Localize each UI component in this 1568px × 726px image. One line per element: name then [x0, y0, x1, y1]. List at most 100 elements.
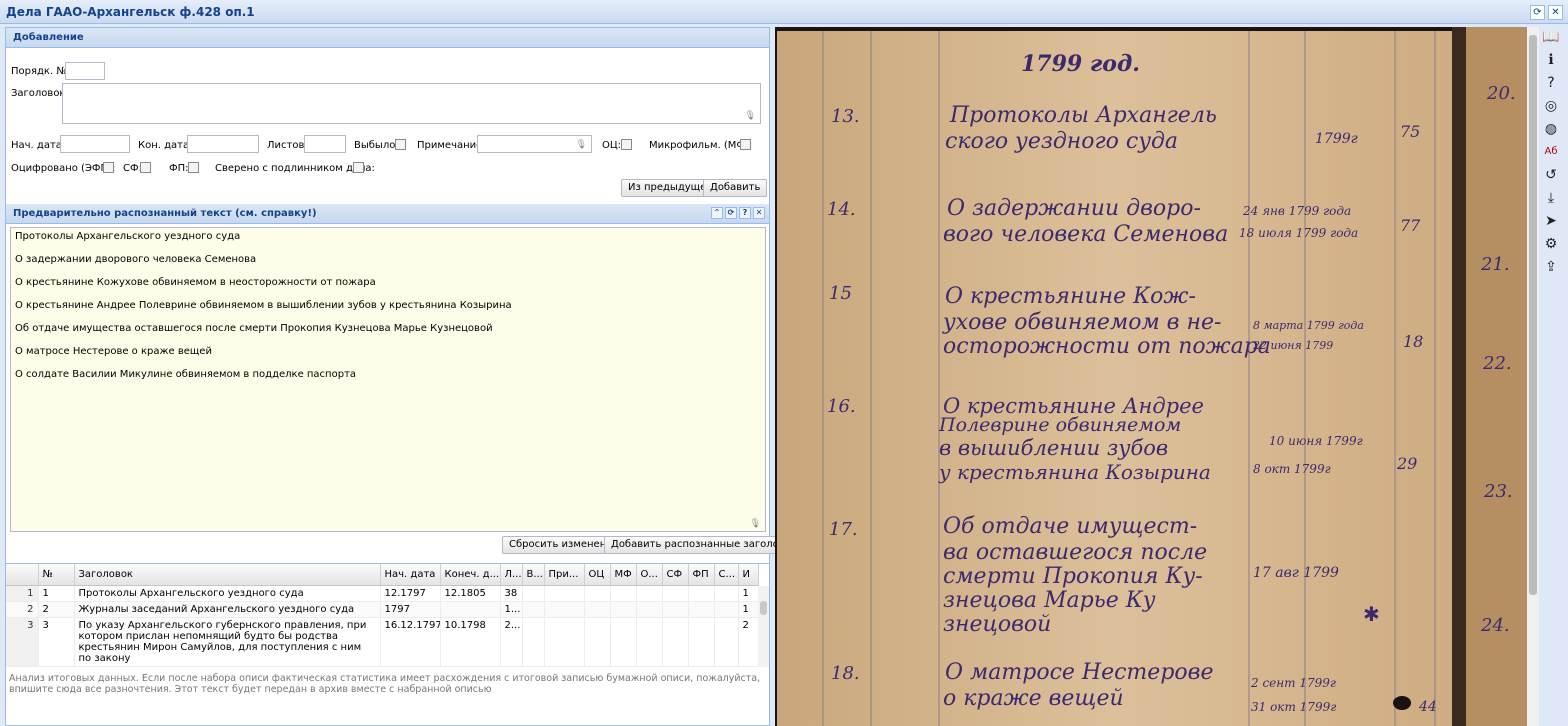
entry-date: 17 авг 1799 — [1253, 565, 1339, 581]
cell-empty — [610, 617, 637, 667]
digitized-checkbox[interactable] — [103, 162, 114, 173]
recognized-panel-header: Предварительно распознанный текст (см. с… — [6, 204, 769, 224]
grid-header-title[interactable]: Заголовок — [74, 564, 381, 586]
verified-checkbox[interactable] — [353, 162, 364, 173]
cell-empty — [584, 617, 611, 667]
grid-header-oc[interactable]: ОЦ — [584, 564, 611, 586]
grid-header-mf[interactable]: МФ — [610, 564, 637, 586]
cell-title: По указу Архангельского губернского прав… — [74, 617, 381, 667]
scanned-page: 1799 год. 13. Протоколы Архангель ского … — [775, 27, 1527, 726]
export-icon[interactable]: ⇪ — [1541, 257, 1561, 277]
recognized-area: Протоколы Архангельского уездного суда О… — [6, 226, 805, 560]
end-date-input[interactable] — [187, 135, 259, 153]
refresh-icon[interactable]: ⟳ — [725, 207, 737, 219]
table-row[interactable]: 3 3 По указу Архангельского губернского … — [6, 617, 759, 667]
recognized-line: О крестьянине Андрее Полеврине обвиняемо… — [15, 300, 512, 311]
help-icon[interactable]: ? — [1541, 73, 1561, 93]
dropped-checkbox[interactable] — [395, 139, 406, 150]
entry-line: О крестьянине Кож- — [945, 284, 1196, 309]
entry-line: вого человека Семенова — [943, 222, 1228, 247]
fp-checkbox[interactable] — [188, 162, 199, 173]
send-icon[interactable]: ➤ — [1541, 211, 1561, 231]
entry-date: 8 окт 1799г — [1253, 462, 1331, 476]
sheets-input[interactable] — [304, 135, 346, 153]
document-image-viewer[interactable]: 1799 год. 13. Протоколы Архангель ского … — [775, 27, 1527, 726]
badge-icon[interactable]: ◎ — [1541, 96, 1561, 116]
entry-line: ва оставшегося после — [943, 540, 1207, 565]
sf-checkbox[interactable] — [140, 162, 151, 173]
grid-header-i[interactable]: И — [738, 564, 759, 586]
close-icon[interactable]: ✕ — [753, 207, 765, 219]
settings-icon[interactable]: ⚙ — [1541, 234, 1561, 254]
start-date-label: Нач. дата: — [11, 140, 66, 151]
cell-empty — [636, 585, 663, 602]
entry-date: 8 марта 1799 года — [1253, 319, 1364, 332]
cell-empty — [662, 585, 689, 602]
cell-sheets: 2... — [500, 617, 523, 667]
start-date-input[interactable] — [60, 135, 130, 153]
end-date-label: Кон. дата: — [138, 140, 193, 151]
grid-header-start[interactable]: Нач. дата — [380, 564, 441, 586]
add-panel-title: Добавление — [13, 32, 84, 43]
entry-line: О задержании дворо- — [947, 196, 1201, 221]
entry-line: Об отдаче имущест- — [943, 514, 1197, 539]
microfilm-checkbox[interactable] — [740, 139, 751, 150]
grid-header-note[interactable]: При... — [544, 564, 585, 586]
grid-header-num[interactable]: № — [38, 564, 75, 586]
entry-line: ухове обвиняемом в не- — [942, 310, 1221, 335]
cell-num: 3 — [38, 617, 75, 667]
oc-checkbox[interactable] — [621, 139, 632, 150]
info-icon[interactable]: ℹ — [1541, 50, 1561, 70]
note-input[interactable]: 🎙 — [477, 135, 592, 153]
cell-end — [440, 601, 501, 618]
sheets-label: Листов: — [267, 140, 308, 151]
cell-start: 16.12.1797 — [380, 617, 441, 667]
cell-empty — [522, 617, 545, 667]
spellcheck-icon[interactable]: Аб — [1541, 142, 1561, 162]
refresh-icon[interactable]: ⟳ — [1530, 5, 1545, 20]
grid-header-sheets[interactable]: Л... — [500, 564, 523, 586]
collapse-icon[interactable]: ⌃ — [711, 207, 723, 219]
grid-scroll-thumb[interactable] — [760, 601, 767, 615]
document-scroll-thumb[interactable] — [1529, 35, 1537, 595]
document-scrollbar[interactable] — [1527, 27, 1539, 726]
cell-num: 1 — [38, 585, 75, 602]
grid-header-s[interactable]: С... — [714, 564, 739, 586]
microphone-icon[interactable]: 🎙 — [576, 140, 587, 150]
cell-last: 1 — [738, 585, 759, 602]
cell-empty — [584, 585, 611, 602]
cell-empty — [544, 617, 585, 667]
help-icon[interactable]: ? — [739, 207, 751, 219]
grid-header-dropped[interactable]: В... — [522, 564, 545, 586]
cell-empty — [688, 601, 715, 618]
globe-icon[interactable]: ◍ — [1541, 119, 1561, 139]
entry-sheets: 29 — [1396, 454, 1417, 473]
analysis-textarea[interactable]: Анализ итоговых данных. Если после набор… — [6, 670, 769, 725]
book-icon[interactable]: 📖 — [1541, 27, 1561, 47]
recognized-line: Протоколы Архангельского уездного суда — [15, 231, 241, 242]
grid-scrollbar[interactable] — [758, 586, 769, 667]
cell-title: Журналы заседаний Архангельского уездног… — [74, 601, 381, 618]
microphone-icon[interactable]: 🎙 — [745, 111, 756, 121]
rotate-icon[interactable]: ↺ — [1541, 165, 1561, 185]
entry-line: Полеврине обвиняемом — [938, 414, 1181, 436]
order-input[interactable] — [65, 62, 105, 80]
grid-header-o[interactable]: О... — [636, 564, 663, 586]
cell-empty — [688, 585, 715, 602]
entry-sheets: 44 — [1418, 699, 1437, 715]
entry-date: 31 окт 1799г — [1251, 700, 1336, 714]
table-row[interactable]: 2 2 Журналы заседаний Архангельского уез… — [6, 601, 759, 618]
table-row[interactable]: 1 1 Протоколы Архангельского уездного су… — [6, 585, 759, 602]
cell-empty — [636, 617, 663, 667]
heading-input[interactable]: 🎙 — [62, 83, 761, 124]
grid-header-sf[interactable]: СФ — [662, 564, 689, 586]
entry-number: 18. — [831, 663, 860, 684]
close-icon[interactable]: ✕ — [1548, 5, 1563, 20]
microphone-icon[interactable]: 🎙 — [750, 519, 761, 529]
add-button[interactable]: Добавить — [703, 179, 768, 197]
grid-header-fp[interactable]: ФП — [688, 564, 715, 586]
cell-empty — [714, 601, 739, 618]
download-icon[interactable]: ⤓ — [1541, 188, 1561, 208]
recognized-textarea[interactable]: Протоколы Архангельского уездного суда О… — [10, 227, 766, 532]
grid-header-end[interactable]: Конеч. д... — [440, 564, 501, 586]
